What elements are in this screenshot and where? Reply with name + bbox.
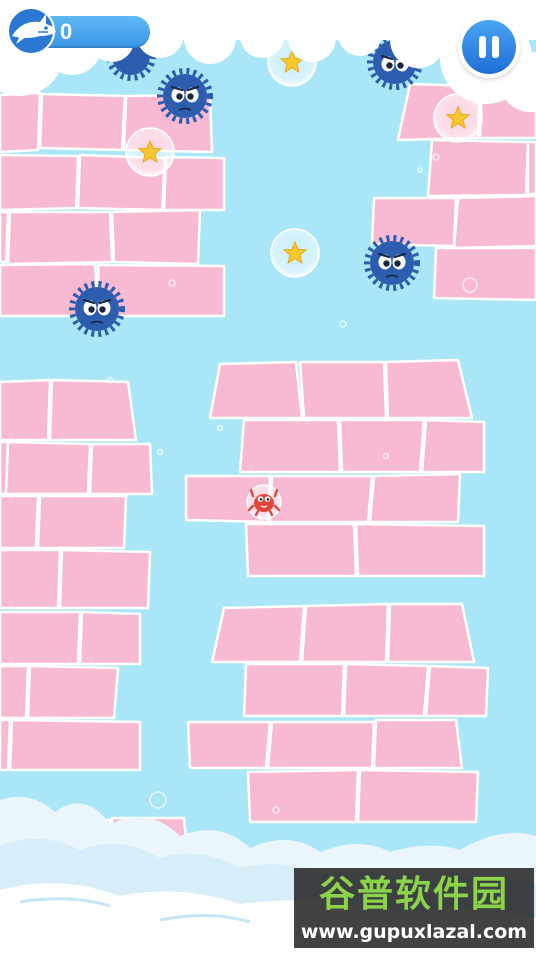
star-bubble xyxy=(270,228,320,278)
shark-icon xyxy=(7,7,56,55)
pause-bar-right xyxy=(492,36,499,58)
pause-bar-left xyxy=(479,36,486,58)
star-bubble xyxy=(125,127,175,177)
watermark-title: 谷普软件园 xyxy=(318,874,509,915)
pause-button[interactable] xyxy=(458,16,520,78)
game-scene[interactable] xyxy=(0,0,536,954)
watermark: 谷普软件园 www.gupuxlazal.com xyxy=(294,868,534,948)
score-value: 0 xyxy=(60,19,73,44)
player-crab[interactable] xyxy=(246,484,282,520)
watermark-url: www.gupuxlazal.com xyxy=(300,921,528,943)
pause-icon xyxy=(462,20,516,74)
brick-wall xyxy=(0,82,536,862)
